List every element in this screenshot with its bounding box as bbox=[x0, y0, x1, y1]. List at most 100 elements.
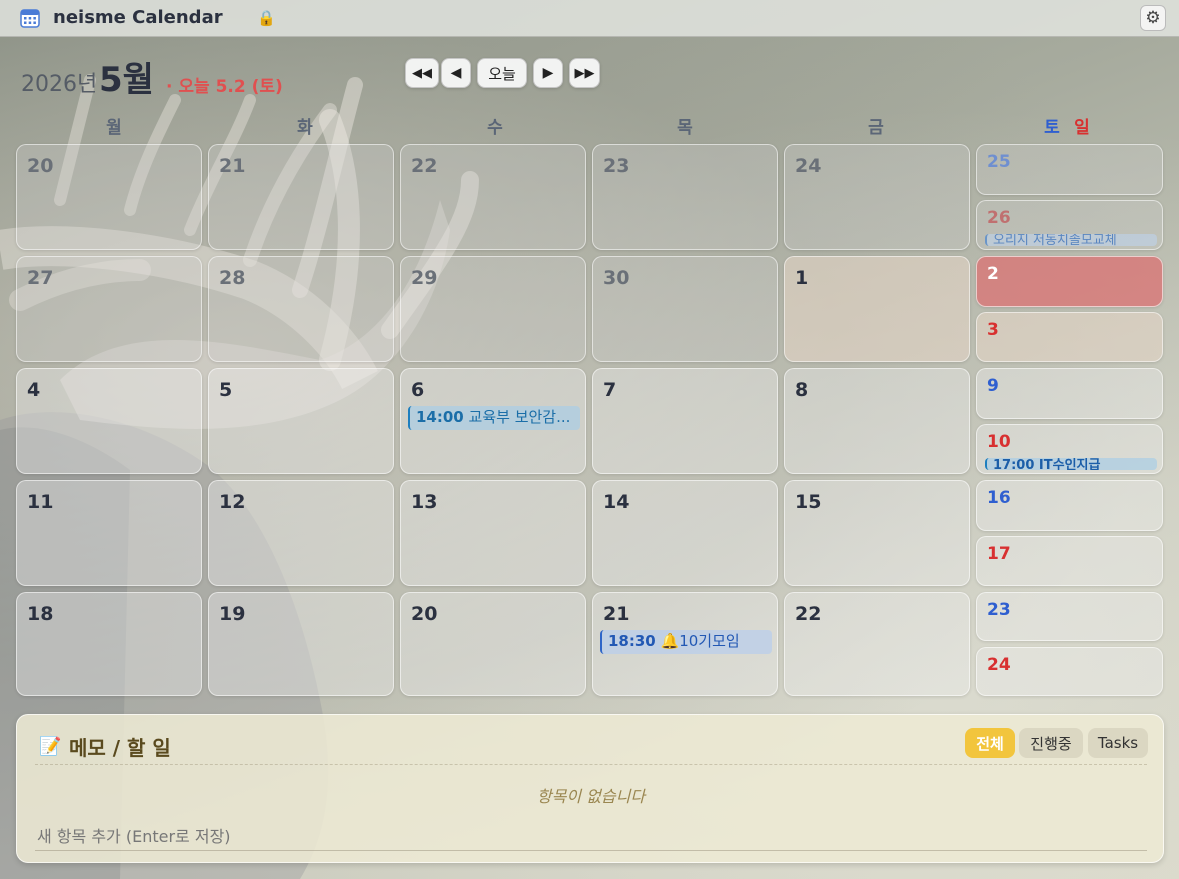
settings-button[interactable]: ⚙ bbox=[1140, 5, 1166, 31]
filter-tasks-button[interactable]: Tasks bbox=[1088, 728, 1148, 758]
filter-all-button[interactable]: 전체 bbox=[965, 728, 1015, 758]
filter-in-progress-button[interactable]: 진행중 bbox=[1019, 728, 1083, 758]
day-cell[interactable]: 20 bbox=[16, 144, 202, 250]
day-cell[interactable]: 11 bbox=[16, 480, 202, 586]
day-cell[interactable]: 1 bbox=[784, 256, 970, 362]
day-number: 26 bbox=[987, 208, 1011, 228]
day-number: 3 bbox=[987, 320, 999, 340]
weekday-sun: 일 bbox=[1074, 118, 1090, 138]
event-item[interactable]: 오리지 저동치솔모교체 bbox=[985, 234, 1157, 246]
day-number: 30 bbox=[603, 267, 630, 289]
event-time: 18:30 bbox=[608, 632, 656, 650]
day-cell-saturday[interactable]: 23 bbox=[976, 592, 1163, 641]
day-number: 24 bbox=[987, 655, 1011, 675]
day-number: 12 bbox=[219, 491, 246, 513]
day-number: 10 bbox=[987, 432, 1011, 452]
day-cell[interactable]: 8 bbox=[784, 368, 970, 474]
day-cell[interactable]: 27 bbox=[16, 256, 202, 362]
app-title: neisme Calendar bbox=[53, 7, 223, 28]
day-cell-today[interactable]: 2 bbox=[976, 256, 1163, 307]
day-number: 1 bbox=[795, 267, 809, 289]
day-number: 13 bbox=[411, 491, 438, 513]
day-cell[interactable]: 22 bbox=[784, 592, 970, 696]
memo-panel: 📝 메모 / 할 일 전체 진행중 Tasks 항목이 없습니다 bbox=[16, 714, 1164, 863]
day-number: 11 bbox=[27, 491, 54, 513]
day-cell[interactable]: 21 bbox=[208, 144, 394, 250]
day-cell[interactable]: 22 bbox=[400, 144, 586, 250]
day-number: 2 bbox=[987, 264, 999, 284]
day-cell-sunday[interactable]: 10 17:00 IT수인지급 bbox=[976, 424, 1163, 474]
day-cell[interactable]: 4 bbox=[16, 368, 202, 474]
day-number: 27 bbox=[27, 267, 54, 289]
day-cell[interactable]: 13 bbox=[400, 480, 586, 586]
weekday-mon: 월 bbox=[106, 118, 122, 138]
day-cell-saturday[interactable]: 25 bbox=[976, 144, 1163, 195]
day-number: 16 bbox=[987, 488, 1011, 508]
day-cell[interactable]: 21 18:30 🔔10기모임 bbox=[592, 592, 778, 696]
divider bbox=[35, 764, 1147, 765]
event-item[interactable]: 18:30 🔔10기모임 bbox=[600, 630, 772, 654]
today-button[interactable]: 오늘 bbox=[477, 58, 527, 88]
day-number: 28 bbox=[219, 267, 246, 289]
day-number: 23 bbox=[603, 155, 630, 177]
day-number: 5 bbox=[219, 379, 233, 401]
weekday-thu: 목 bbox=[677, 118, 693, 138]
day-number: 22 bbox=[795, 603, 822, 625]
day-number: 6 bbox=[411, 379, 425, 401]
day-cell-sunday[interactable]: 3 bbox=[976, 312, 1163, 362]
day-number: 24 bbox=[795, 155, 822, 177]
day-number: 20 bbox=[411, 603, 438, 625]
day-number: 15 bbox=[795, 491, 822, 513]
event-item[interactable]: 17:00 IT수인지급 bbox=[985, 458, 1157, 470]
day-cell-saturday[interactable]: 9 bbox=[976, 368, 1163, 419]
day-number: 17 bbox=[987, 544, 1011, 564]
day-cell-sunday[interactable]: 24 bbox=[976, 647, 1163, 696]
day-cell-sunday[interactable]: 17 bbox=[976, 536, 1163, 586]
day-number: 18 bbox=[27, 603, 54, 625]
new-item-input[interactable] bbox=[35, 823, 1147, 851]
event-item[interactable]: 14:00 교육부 보안감... bbox=[408, 406, 580, 430]
prev-month-button[interactable]: ◀ bbox=[441, 58, 471, 88]
day-number: 8 bbox=[795, 379, 809, 401]
memo-icon: 📝 bbox=[39, 736, 62, 757]
day-cell[interactable]: 29 bbox=[400, 256, 586, 362]
weekday-tue: 화 bbox=[297, 118, 313, 138]
day-number: 29 bbox=[411, 267, 438, 289]
day-cell-saturday[interactable]: 16 bbox=[976, 480, 1163, 531]
day-number: 19 bbox=[219, 603, 246, 625]
event-title: 교육부 보안감... bbox=[468, 408, 571, 426]
day-cell[interactable]: 7 bbox=[592, 368, 778, 474]
calendar-icon bbox=[20, 9, 40, 28]
day-cell[interactable]: 15 bbox=[784, 480, 970, 586]
day-number: 20 bbox=[27, 155, 54, 177]
day-cell[interactable]: 14 bbox=[592, 480, 778, 586]
day-cell[interactable]: 5 bbox=[208, 368, 394, 474]
event-time: 14:00 bbox=[416, 408, 464, 426]
prev-year-button[interactable]: ◀◀ bbox=[405, 58, 439, 88]
day-cell[interactable]: 30 bbox=[592, 256, 778, 362]
day-cell[interactable]: 20 bbox=[400, 592, 586, 696]
day-cell[interactable]: 24 bbox=[784, 144, 970, 250]
day-cell-sunday[interactable]: 26 오리지 저동치솔모교체 bbox=[976, 200, 1163, 250]
today-label[interactable]: · 오늘 5.2 (토) bbox=[166, 72, 283, 97]
lock-icon[interactable]: 🔒 bbox=[257, 9, 276, 27]
next-year-button[interactable]: ▶▶ bbox=[569, 58, 600, 88]
empty-state-text: 항목이 없습니다 bbox=[536, 787, 646, 806]
day-number: 14 bbox=[603, 491, 630, 513]
day-number: 4 bbox=[27, 379, 41, 401]
gear-icon: ⚙ bbox=[1145, 8, 1161, 28]
day-cell[interactable]: 18 bbox=[16, 592, 202, 696]
day-number: 9 bbox=[987, 376, 999, 396]
day-number: 21 bbox=[603, 603, 630, 625]
day-number: 22 bbox=[411, 155, 438, 177]
memo-title: 메모 / 할 일 bbox=[69, 736, 171, 760]
event-title: 10기모임 bbox=[679, 632, 740, 650]
title-bar: neisme Calendar 🔒 ⚙ bbox=[0, 0, 1179, 37]
day-cell[interactable]: 12 bbox=[208, 480, 394, 586]
day-cell[interactable]: 19 bbox=[208, 592, 394, 696]
day-cell[interactable]: 6 14:00 교육부 보안감... bbox=[400, 368, 586, 474]
next-month-button[interactable]: ▶ bbox=[533, 58, 563, 88]
day-cell[interactable]: 23 bbox=[592, 144, 778, 250]
day-cell[interactable]: 28 bbox=[208, 256, 394, 362]
day-number: 21 bbox=[219, 155, 246, 177]
